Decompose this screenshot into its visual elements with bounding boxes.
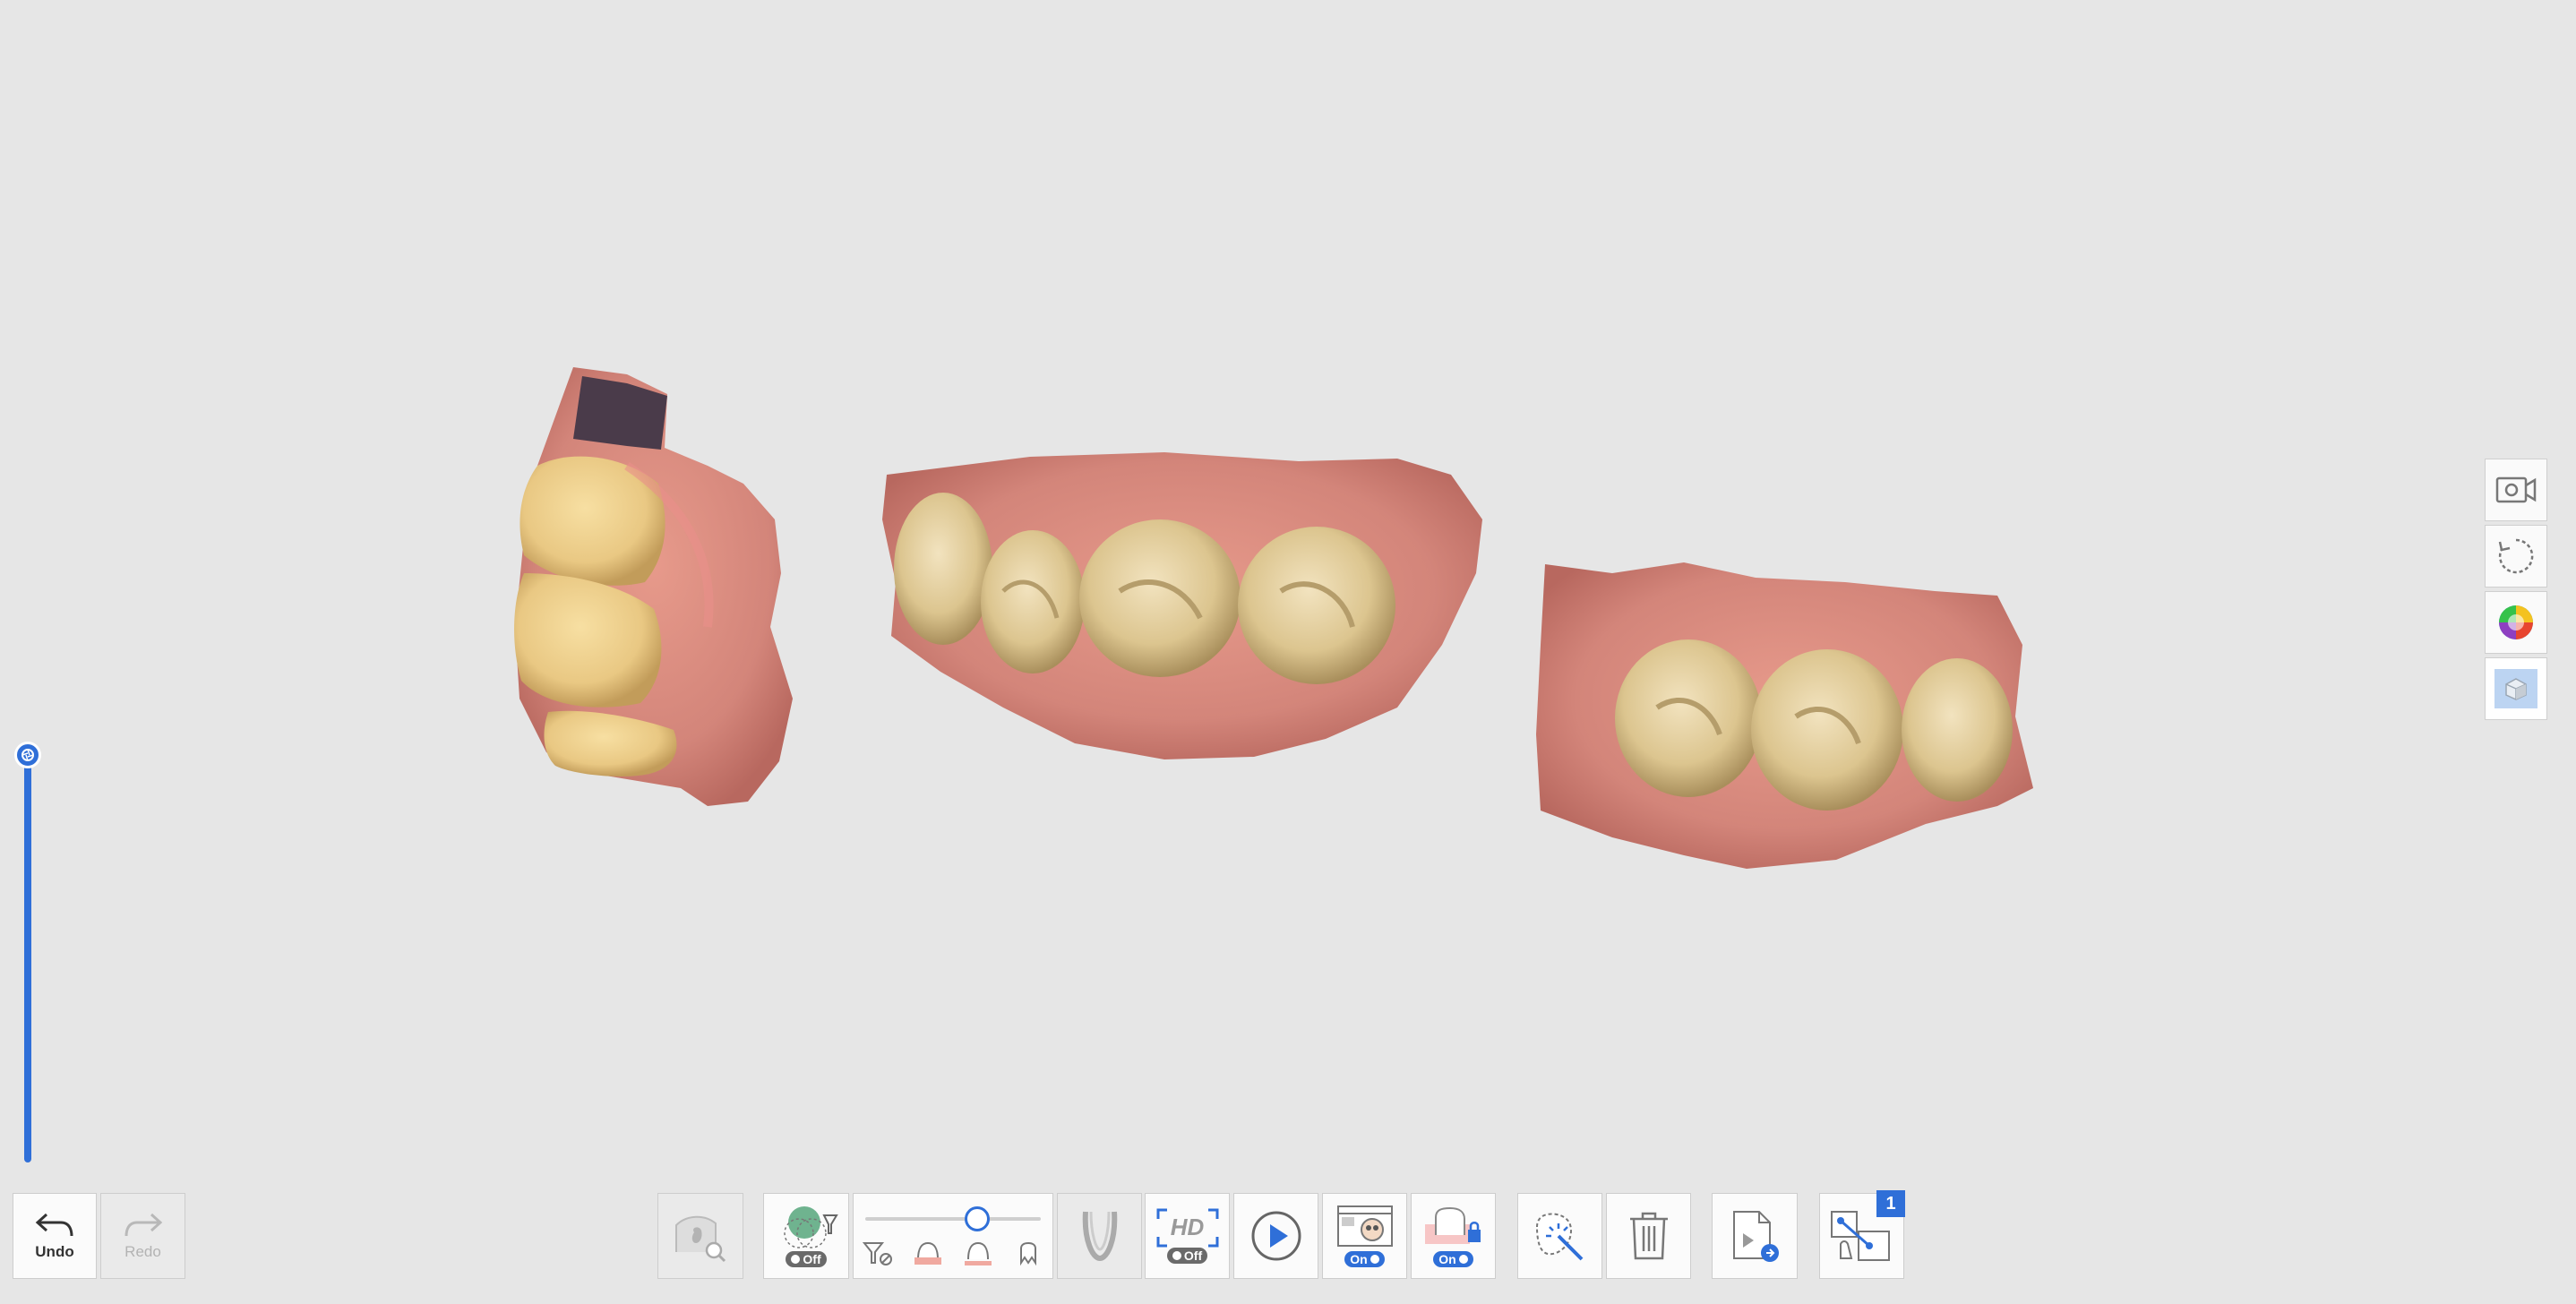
tooth-slider-handle[interactable] [964,1206,990,1231]
redo-button[interactable]: Redo [100,1193,185,1279]
hd-frame: HD [1156,1208,1219,1248]
magic-wand-icon [1535,1213,1583,1261]
color-mode-button[interactable] [2485,591,2547,654]
preview-toggle-label: On [1350,1252,1368,1266]
scan-inspect-button[interactable] [657,1193,743,1279]
play-button[interactable] [1233,1193,1318,1279]
tooth-gum-low-icon [965,1241,992,1265]
arch-mode-button[interactable] [1057,1193,1142,1279]
tooth-slider-track [865,1217,1041,1221]
brightness-slider[interactable] [14,742,41,1164]
toggle-dot [1458,1255,1468,1264]
hd-scan-button[interactable]: HD Off [1145,1193,1230,1279]
posterior-scan-center [882,452,1482,759]
redo-label: Redo [125,1243,161,1260]
toggle-dot [791,1255,801,1264]
toggle-dot [1172,1251,1181,1260]
delete-button[interactable] [1606,1193,1691,1279]
ai-filter-button[interactable]: Off [763,1193,849,1279]
redo-icon [125,1213,162,1237]
arch-icon [1082,1211,1117,1262]
slider-handle[interactable] [14,742,41,768]
posterior-scan-right [1536,562,2033,869]
reset-rotation-button[interactable] [2485,525,2547,588]
tooth-search-icon [675,1215,726,1263]
view-side-panel [2485,459,2549,724]
camera-icon [2495,476,2537,503]
scan-count-badge: 1 [1876,1190,1905,1217]
aperture-icon [21,749,34,761]
tooth-filter-level-panel [853,1193,1053,1279]
undo-label: Undo [35,1243,74,1260]
hd-toggle[interactable]: Off [1166,1248,1208,1264]
scan-canvas [514,367,2033,869]
slider-track[interactable] [24,758,31,1162]
tooth-only-icon [1020,1241,1036,1266]
hd-label: HD [1170,1214,1205,1240]
rotate-icon [2498,538,2534,574]
camera-view-button[interactable] [2485,459,2547,521]
preview-toggle[interactable]: On [1344,1251,1385,1267]
solid-view-button[interactable] [2485,657,2547,720]
cube-icon [2505,678,2527,700]
undo-icon [35,1213,73,1237]
undo-button[interactable]: Undo [13,1193,97,1279]
lock-toggle-label: On [1438,1252,1456,1266]
smart-select-button[interactable] [1517,1193,1602,1279]
file-export-icon [1733,1211,1779,1262]
filter-toggle[interactable]: Off [786,1251,827,1267]
tooth-lock-icon [1424,1206,1481,1244]
export-button[interactable] [1712,1193,1798,1279]
scan-preview-button[interactable]: On [1322,1193,1407,1279]
lock-toggle[interactable]: On [1433,1251,1473,1267]
filter-off-icon [863,1242,892,1265]
filter-toggle-label: Off [803,1252,821,1266]
lock-area-button[interactable]: On [1411,1193,1496,1279]
color-wheel-icon [2499,605,2533,639]
tooth-filter-slider[interactable] [865,1205,1041,1232]
anterior-scan [514,367,793,806]
trash-icon [1629,1212,1668,1260]
preview-window-icon [1336,1205,1393,1247]
3d-viewport[interactable] [0,0,2576,1304]
hd-toggle-label: Off [1183,1248,1203,1263]
filter-sphere-icon [784,1206,838,1248]
play-icon [1251,1211,1301,1261]
tooth-gum-icon [914,1241,941,1265]
toggle-dot [1370,1255,1379,1264]
